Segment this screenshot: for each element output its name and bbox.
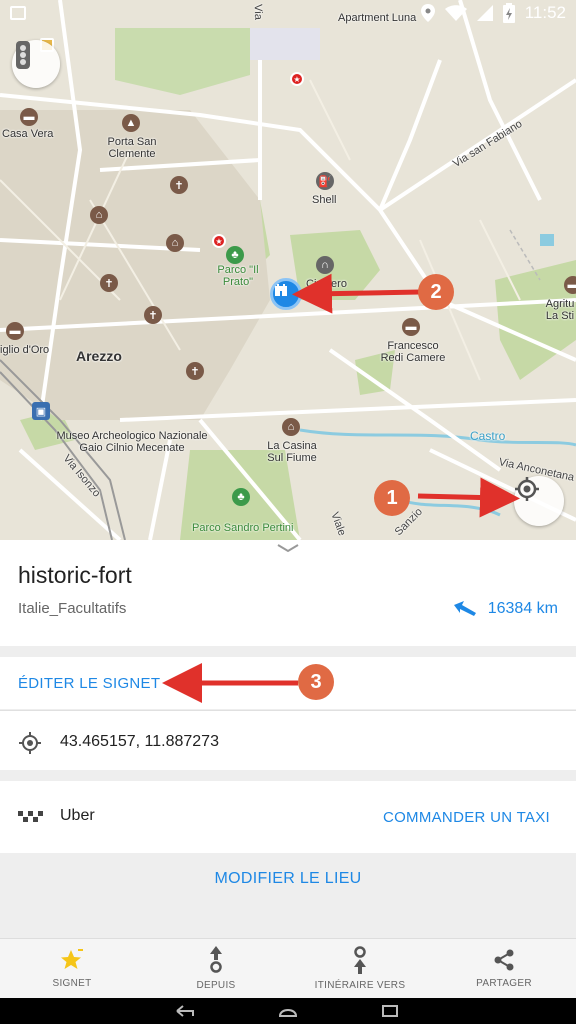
gallery-notification-icon	[10, 6, 26, 20]
recents-icon[interactable]	[379, 1004, 401, 1018]
annotation-arrows	[162, 273, 520, 703]
annotation-arrow-1	[417, 477, 520, 518]
order-taxi-button[interactable]: COMMANDER UN TAXI	[383, 809, 550, 826]
uber-row: Uber COMMANDER UN TAXI	[0, 781, 576, 853]
route-from-icon	[210, 946, 222, 973]
home-icon[interactable]	[277, 1004, 299, 1018]
annotation-badge-1: 1	[374, 480, 410, 516]
taxi-checker-icon	[18, 811, 43, 822]
battery-icon	[502, 3, 515, 23]
annotation-badge-2: 2	[418, 274, 454, 310]
uber-label: Uber	[60, 807, 95, 824]
annotation-badge-3: 3	[298, 664, 334, 700]
nav-route-from-label: DEPUIS	[196, 980, 236, 991]
nav-share[interactable]: PARTAGER	[432, 939, 576, 998]
nav-share-label: PARTAGER	[476, 978, 532, 989]
nav-bookmark[interactable]: SIGNET	[0, 939, 144, 998]
signal-icon	[476, 5, 493, 21]
clock: 11:52	[524, 3, 566, 22]
modify-place-button[interactable]: MODIFIER LE LIEU	[0, 870, 576, 888]
route-to-icon	[354, 946, 366, 974]
nav-route-to[interactable]: ITINÉRAIRE VERS	[288, 939, 432, 998]
status-bar: 11:52	[0, 0, 576, 28]
bottom-action-bar: SIGNET DEPUIS ITINÉRAIRE VERS PARTAGER	[0, 938, 576, 998]
system-navigation-bar	[0, 998, 576, 1024]
star-icon	[61, 949, 83, 969]
coordinates-text[interactable]: 43.465157, 11.887273	[60, 733, 219, 751]
wifi-icon	[444, 5, 467, 21]
share-icon	[494, 949, 514, 971]
nav-route-from[interactable]: DEPUIS	[144, 939, 288, 998]
nav-bookmark-label: SIGNET	[52, 978, 92, 989]
nav-route-to-label: ITINÉRAIRE VERS	[314, 980, 406, 991]
location-icon	[420, 4, 435, 22]
back-icon[interactable]	[175, 1004, 197, 1018]
annotation-arrow-2	[292, 273, 421, 314]
crosshair-icon	[19, 732, 41, 754]
